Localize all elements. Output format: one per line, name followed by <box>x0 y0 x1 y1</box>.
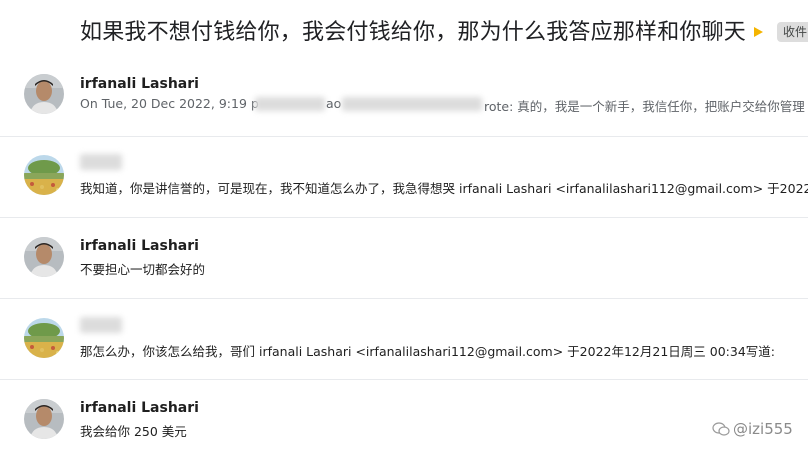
inbox-label-chip[interactable]: 收件 <box>777 22 808 42</box>
redacted-block <box>255 97 325 111</box>
message-collapsed[interactable]: 那怎么办，你该怎么给我，哥们 irfanali Lashari <irfanal… <box>0 299 808 380</box>
message-snippet-part: ao <box>326 96 342 111</box>
sender-avatar <box>24 74 64 114</box>
message-collapsed[interactable]: irfanali Lashari 我会给你 250 美元 <box>0 380 808 463</box>
important-marker-icon[interactable] <box>754 27 763 37</box>
message-collapsed[interactable]: irfanali Lashari 不要担心一切都会好的 <box>0 218 808 299</box>
sender-avatar <box>24 399 64 439</box>
message-snippet: 我知道，你是讲信誉的，可是现在，我不知道怎么办了，我急得想哭 irfanali … <box>80 181 808 196</box>
watermark-text: @izi555 <box>733 420 793 438</box>
message-collapsed[interactable]: 我知道，你是讲信誉的，可是现在，我不知道怎么办了，我急得想哭 irfanali … <box>0 137 808 218</box>
message-snippet-part: rote: 真的，我是一个新手，我信任你，把账户交给你管理 <box>484 99 805 114</box>
wechat-icon <box>712 422 730 436</box>
sender-avatar <box>24 155 64 195</box>
sender-name: irfanali Lashari <box>80 238 199 254</box>
email-thread-view: 如果我不想付钱给你，我会付钱给你，那为什么我答应那样和你聊天 收件 irfana… <box>0 0 808 463</box>
message-snippet: 我会给你 250 美元 <box>80 424 187 439</box>
sender-name: irfanali Lashari <box>80 76 199 92</box>
redacted-sender-name <box>80 154 122 170</box>
thread-subject: 如果我不想付钱给你，我会付钱给你，那为什么我答应那样和你聊天 <box>80 20 747 45</box>
message-snippet: 不要担心一切都会好的 <box>80 262 206 277</box>
message-snippet: On Tue, 20 Dec 2022, 9:19 p <box>80 96 259 111</box>
sender-avatar <box>24 237 64 277</box>
redacted-block <box>342 97 482 111</box>
message-collapsed[interactable]: irfanali Lashari On Tue, 20 Dec 2022, 9:… <box>0 64 808 137</box>
sender-name: irfanali Lashari <box>80 400 199 416</box>
thread-header: 如果我不想付钱给你，我会付钱给你，那为什么我答应那样和你聊天 收件 <box>0 0 808 64</box>
watermark: @izi555 <box>712 420 793 438</box>
sender-avatar <box>24 318 64 358</box>
message-snippet: 那怎么办，你该怎么给我，哥们 irfanali Lashari <irfanal… <box>80 344 775 359</box>
redacted-sender-name <box>80 317 122 333</box>
